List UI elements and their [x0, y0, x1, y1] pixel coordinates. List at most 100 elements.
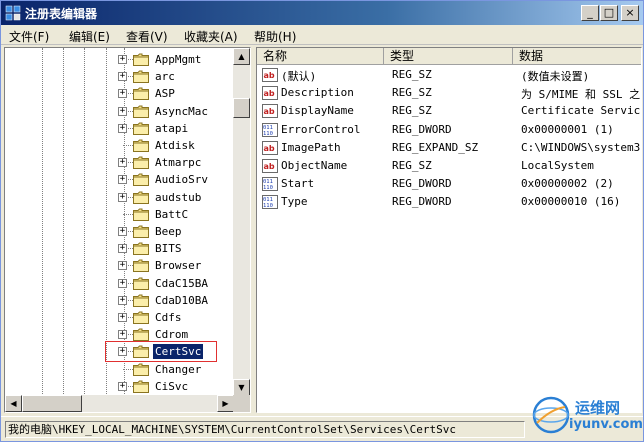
- scroll-up-icon[interactable]: ▲: [233, 48, 250, 65]
- dword-value-icon: 011110: [262, 122, 278, 137]
- value-row[interactable]: ab Description REG_SZ 为 S/MIME 和 SSL 之: [257, 84, 641, 102]
- scroll-right-icon[interactable]: ▶: [217, 395, 234, 412]
- tree-item-label: Cdfs: [155, 311, 182, 324]
- value-row[interactable]: ab DisplayName REG_SZ Certificate Servic: [257, 102, 641, 120]
- tree-item[interactable]: + ASP: [5, 85, 234, 102]
- folder-icon: [133, 87, 149, 101]
- tree-item[interactable]: Atdisk: [5, 137, 234, 154]
- tree-item[interactable]: Changer: [5, 361, 234, 378]
- tree-item-label: AudioSrv: [155, 173, 208, 187]
- value-row[interactable]: 011 110 Type REG_DWORD 0x00000010 (16): [257, 193, 641, 211]
- menu-file[interactable]: 文件(F): [9, 28, 49, 45]
- expand-plus-icon[interactable]: +: [118, 278, 127, 288]
- tree-item[interactable]: + Beep: [5, 223, 234, 240]
- minimize-button[interactable]: _: [581, 5, 599, 21]
- svg-text:ab: ab: [264, 107, 275, 116]
- tree-item[interactable]: + Browser: [5, 257, 234, 274]
- menu-help[interactable]: 帮助(H): [254, 28, 296, 45]
- tree-item[interactable]: + BITS: [5, 240, 234, 257]
- tree-item[interactable]: + atapi: [5, 120, 234, 137]
- expand-plus-icon[interactable]: +: [118, 106, 127, 116]
- value-data: Certificate Servic: [521, 104, 641, 118]
- value-name: ObjectName: [281, 159, 348, 172]
- value-data: 0x00000002 (2): [521, 177, 614, 191]
- expand-plus-icon[interactable]: +: [118, 158, 127, 168]
- value-row[interactable]: 011 110 Start REG_DWORD 0x00000002 (2): [257, 175, 641, 193]
- tree-item[interactable]: + AppMgmt: [5, 51, 234, 68]
- hscroll-thumb[interactable]: [22, 395, 82, 412]
- string-value-icon: ab: [262, 140, 278, 155]
- value-data: 为 S/MIME 和 SSL 之: [521, 88, 641, 102]
- menu-edit[interactable]: 编辑(E): [69, 28, 110, 45]
- menu-favorites[interactable]: 收藏夹(A): [184, 28, 238, 45]
- tree-item[interactable]: + CertSvc: [5, 341, 234, 363]
- expand-plus-icon[interactable]: +: [118, 295, 127, 305]
- globe-logo-icon: [532, 396, 570, 434]
- value-type: REG_EXPAND_SZ: [392, 140, 479, 154]
- expand-plus-icon[interactable]: +: [118, 123, 127, 133]
- tree-item[interactable]: BattC: [5, 206, 234, 223]
- expand-plus-icon[interactable]: +: [118, 175, 127, 185]
- menu-bar: 文件(F) 编辑(E) 查看(V) 收藏夹(A) 帮助(H): [1, 25, 643, 45]
- tree-item-label: atapi: [155, 121, 189, 135]
- column-header-data[interactable]: 数据: [513, 48, 641, 65]
- expand-plus-icon[interactable]: +: [118, 244, 127, 254]
- watermark-url: iyunv.com: [569, 417, 643, 432]
- string-value-icon: ab: [262, 104, 278, 119]
- expand-plus-icon[interactable]: +: [118, 192, 127, 202]
- expand-plus-icon[interactable]: +: [118, 89, 127, 99]
- scrollbar-corner: [233, 395, 250, 412]
- expand-plus-icon[interactable]: +: [118, 72, 127, 82]
- value-type: REG_DWORD: [392, 177, 452, 191]
- key-path-status: 我的电脑\HKEY_LOCAL_MACHINE\SYSTEM\CurrentCo…: [5, 421, 525, 438]
- selection-highlight-box: [105, 341, 217, 363]
- value-row[interactable]: 011 110 ErrorControl REG_DWORD 0x00000001 (1…: [257, 121, 641, 139]
- value-data: C:\WINDOWS\system3: [521, 140, 641, 154]
- value-row[interactable]: ab (默认) REG_SZ (数值未设置): [257, 66, 641, 84]
- tree-item[interactable]: + CiSvc: [5, 378, 234, 395]
- svg-text:ab: ab: [264, 144, 275, 153]
- expand-plus-icon[interactable]: +: [118, 261, 127, 271]
- registry-app-icon: [5, 5, 21, 21]
- tree-branch-line: [123, 145, 133, 146]
- tree-item[interactable]: + CdaC15BA: [5, 275, 234, 292]
- close-button[interactable]: ×: [621, 5, 639, 21]
- value-row[interactable]: ab ImagePath REG_EXPAND_SZ C:\WINDOWS\syste…: [257, 139, 641, 157]
- tree-item[interactable]: + AsyncMac: [5, 103, 234, 120]
- tree-item[interactable]: + AudioSrv: [5, 171, 234, 188]
- expand-plus-icon[interactable]: +: [118, 55, 127, 64]
- scroll-left-icon[interactable]: ◀: [5, 395, 22, 412]
- expand-plus-icon[interactable]: +: [118, 313, 127, 322]
- tree-item-label: Beep: [155, 225, 182, 238]
- menu-view[interactable]: 查看(V): [126, 28, 168, 45]
- column-header-name[interactable]: 名称: [257, 48, 384, 65]
- folder-icon: [133, 328, 149, 342]
- svg-text:110: 110: [263, 185, 273, 191]
- expand-plus-icon[interactable]: +: [118, 227, 127, 236]
- tree-item[interactable]: + arc: [5, 68, 234, 85]
- value-data: 0x00000001 (1): [521, 122, 614, 136]
- value-row[interactable]: ab ObjectName REG_SZ LocalSystem: [257, 157, 641, 175]
- value-type: REG_SZ: [392, 104, 432, 118]
- registry-key-tree[interactable]: + AppMgmt + arc + ASP + AsyncMac + atapi Atdisk + At…: [4, 47, 251, 413]
- value-type: REG_DWORD: [392, 195, 452, 209]
- maximize-button[interactable]: □: [600, 5, 618, 21]
- tree-item[interactable]: + audstub: [5, 189, 234, 206]
- tree-horizontal-scrollbar[interactable]: ◀ ▶: [5, 395, 234, 412]
- tree-item[interactable]: + CdaD10BA: [5, 292, 234, 309]
- title-bar[interactable]: 注册表编辑器 _ □ ×: [1, 1, 643, 25]
- value-data: (数值未设置): [521, 70, 590, 83]
- expand-plus-icon[interactable]: +: [118, 330, 127, 340]
- value-data: 0x00000010 (16): [521, 195, 621, 209]
- expand-plus-icon[interactable]: +: [118, 381, 127, 391]
- tree-vertical-scrollbar[interactable]: ▲ ▼: [233, 48, 250, 396]
- tree-item[interactable]: + Cdfs: [5, 309, 234, 326]
- scroll-thumb[interactable]: [233, 98, 250, 118]
- column-header-type[interactable]: 类型: [384, 48, 513, 65]
- scroll-down-icon[interactable]: ▼: [233, 379, 250, 396]
- folder-icon: [133, 311, 149, 324]
- registry-editor-window: 注册表编辑器 _ □ × 文件(F) 编辑(E) 查看(V) 收藏夹(A) 帮助…: [0, 0, 644, 442]
- tree-item[interactable]: + Atmarpc: [5, 154, 234, 171]
- folder-icon: [133, 363, 149, 376]
- registry-value-list[interactable]: 名称 类型 数据 ab (默认) REG_SZ (数值未设置) ab Descriptio…: [256, 47, 642, 413]
